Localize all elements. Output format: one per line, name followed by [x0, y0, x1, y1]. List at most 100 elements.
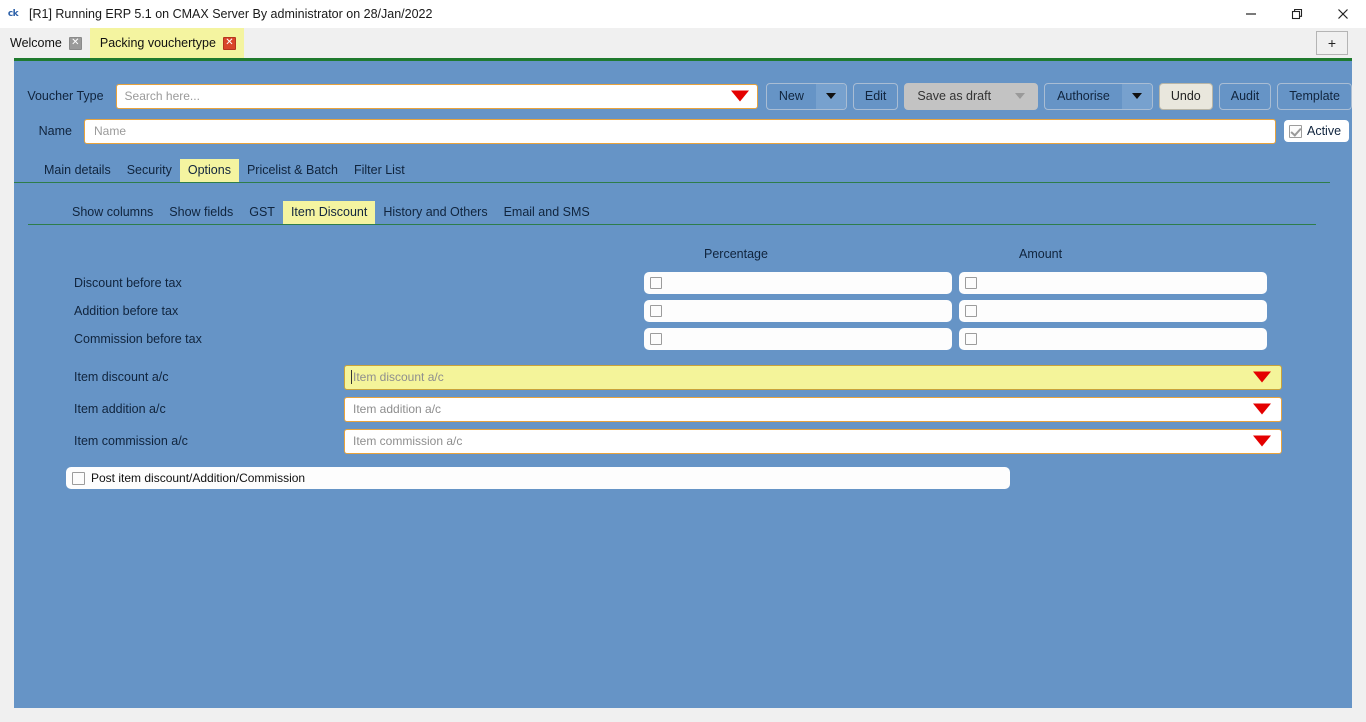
tab-welcome-close-icon[interactable]: ✕ [69, 37, 82, 50]
close-icon[interactable] [1320, 0, 1366, 28]
voucher-type-label: Voucher Type [14, 89, 116, 103]
undo-button[interactable]: Undo [1159, 83, 1213, 110]
row-item-commission-ac-label: Item commission a/c [14, 434, 344, 448]
item-discount-panel: Percentage Amount Discount before tax Ad… [14, 225, 1352, 489]
discount-before-tax-amount-field[interactable] [959, 272, 1267, 294]
tab-packing-vouchertype[interactable]: Packing vouchertype ✕ [90, 28, 244, 58]
tab-history-and-others[interactable]: History and Others [375, 201, 495, 224]
addition-before-tax-amount-field[interactable] [959, 300, 1267, 322]
undo-button-label: Undo [1160, 89, 1212, 103]
new-button-label: New [767, 89, 816, 103]
template-button-label: Template [1278, 89, 1351, 103]
row-addition-before-tax-label: Addition before tax [14, 304, 644, 318]
new-dropdown-chevron-down-icon[interactable] [816, 84, 846, 109]
chevron-down-icon[interactable] [731, 91, 749, 102]
audit-button-label: Audit [1220, 89, 1271, 103]
active-checkbox-container[interactable]: Active [1284, 120, 1349, 142]
item-commission-ac-input[interactable]: Item commission a/c [344, 429, 1282, 454]
commission-before-tax-amount-field[interactable] [959, 328, 1267, 350]
post-item-discount-checkbox[interactable] [72, 472, 85, 485]
commission-before-tax-amount-checkbox[interactable] [965, 333, 977, 345]
column-header-amount: Amount [1019, 247, 1334, 261]
row-item-discount-ac-label: Item discount a/c [14, 370, 344, 384]
row-item-commission-ac: Item commission a/c Item commission a/c [14, 425, 1352, 457]
save-as-draft-chevron-down-icon[interactable] [1003, 84, 1037, 109]
item-commission-ac-chevron-down-icon[interactable] [1253, 436, 1271, 447]
secondary-tab-bar: Show columns Show fields GST Item Discou… [28, 201, 1316, 225]
row-commission-before-tax: Commission before tax [14, 325, 1352, 353]
tab-main-details[interactable]: Main details [36, 159, 119, 182]
discount-before-tax-percentage-field[interactable] [644, 272, 952, 294]
tab-options[interactable]: Options [180, 159, 239, 182]
tab-show-columns[interactable]: Show columns [64, 201, 161, 224]
name-input[interactable]: Name [84, 119, 1276, 144]
name-placeholder: Name [94, 124, 126, 138]
discount-before-tax-percentage-checkbox[interactable] [650, 277, 662, 289]
tab-packing-vouchertype-label: Packing vouchertype [100, 36, 216, 50]
row-item-discount-ac: Item discount a/c Item discount a/c [14, 361, 1352, 393]
commission-before-tax-percentage-field[interactable] [644, 328, 952, 350]
tab-pricelist-and-batch[interactable]: Pricelist & Batch [239, 159, 346, 182]
authorise-chevron-down-icon[interactable] [1122, 84, 1152, 109]
item-discount-ac-placeholder: Item discount a/c [353, 370, 444, 384]
authorise-button[interactable]: Authorise [1044, 83, 1153, 110]
addition-before-tax-amount-checkbox[interactable] [965, 305, 977, 317]
tab-packing-vouchertype-close-icon[interactable]: ✕ [223, 37, 236, 50]
window-frame: Voucher Type Search here... New Edit Sav… [0, 58, 1366, 722]
save-as-draft-button[interactable]: Save as draft [904, 83, 1038, 110]
column-header-percentage: Percentage [704, 247, 1019, 261]
voucher-type-placeholder: Search here... [125, 89, 200, 103]
addition-before-tax-percentage-checkbox[interactable] [650, 305, 662, 317]
app-panel: Voucher Type Search here... New Edit Sav… [14, 58, 1352, 708]
tab-gst[interactable]: GST [241, 201, 283, 224]
row-item-addition-ac-label: Item addition a/c [14, 402, 344, 416]
text-caret [351, 370, 352, 384]
minimize-icon[interactable] [1228, 0, 1274, 28]
tab-show-fields[interactable]: Show fields [161, 201, 241, 224]
voucher-type-search-input[interactable]: Search here... [116, 84, 758, 109]
item-addition-ac-input[interactable]: Item addition a/c [344, 397, 1282, 422]
discount-before-tax-amount-checkbox[interactable] [965, 277, 977, 289]
item-discount-ac-chevron-down-icon[interactable] [1253, 372, 1271, 383]
authorise-button-label: Authorise [1045, 89, 1122, 103]
active-label: Active [1307, 124, 1341, 138]
tab-email-and-sms[interactable]: Email and SMS [496, 201, 598, 224]
column-headers: Percentage Amount [14, 247, 1352, 261]
primary-tab-bar: Main details Security Options Pricelist … [14, 159, 1330, 183]
app-icon: ck [5, 7, 21, 21]
new-button[interactable]: New [766, 83, 847, 110]
tab-item-discount[interactable]: Item Discount [283, 201, 375, 224]
window-title: [R1] Running ERP 5.1 on CMAX Server By a… [29, 7, 432, 21]
action-toolbar: New Edit Save as draft Authorise Undo [766, 83, 1352, 110]
save-as-draft-button-label: Save as draft [905, 89, 1003, 103]
addition-before-tax-percentage-field[interactable] [644, 300, 952, 322]
tab-strip: Welcome ✕ Packing vouchertype ✕ + [0, 28, 1366, 58]
post-item-discount-label: Post item discount/Addition/Commission [91, 471, 305, 485]
name-row: Name Name Active [14, 113, 1352, 149]
row-addition-before-tax: Addition before tax [14, 297, 1352, 325]
item-addition-ac-chevron-down-icon[interactable] [1253, 404, 1271, 415]
row-item-addition-ac: Item addition a/c Item addition a/c [14, 393, 1352, 425]
tab-security[interactable]: Security [119, 159, 180, 182]
name-label: Name [14, 124, 84, 138]
post-item-discount-row[interactable]: Post item discount/Addition/Commission [66, 467, 1010, 489]
new-tab-button[interactable]: + [1316, 31, 1348, 55]
item-addition-ac-placeholder: Item addition a/c [353, 402, 441, 416]
template-button[interactable]: Template [1277, 83, 1352, 110]
edit-button[interactable]: Edit [853, 83, 899, 110]
active-checkbox[interactable] [1289, 125, 1302, 138]
tab-welcome[interactable]: Welcome ✕ [0, 28, 90, 58]
tab-filter-list[interactable]: Filter List [346, 159, 413, 182]
row-discount-before-tax-label: Discount before tax [14, 276, 644, 290]
audit-button[interactable]: Audit [1219, 83, 1272, 110]
title-bar: ck [R1] Running ERP 5.1 on CMAX Server B… [0, 0, 1366, 28]
row-discount-before-tax: Discount before tax [14, 269, 1352, 297]
commission-before-tax-percentage-checkbox[interactable] [650, 333, 662, 345]
tab-welcome-label: Welcome [10, 36, 62, 50]
row-commission-before-tax-label: Commission before tax [14, 332, 644, 346]
item-commission-ac-placeholder: Item commission a/c [353, 434, 462, 448]
voucher-type-row: Voucher Type Search here... New Edit Sav… [14, 61, 1352, 113]
restore-icon[interactable] [1274, 0, 1320, 28]
item-discount-ac-input[interactable]: Item discount a/c [344, 365, 1282, 390]
edit-button-label: Edit [854, 89, 898, 103]
